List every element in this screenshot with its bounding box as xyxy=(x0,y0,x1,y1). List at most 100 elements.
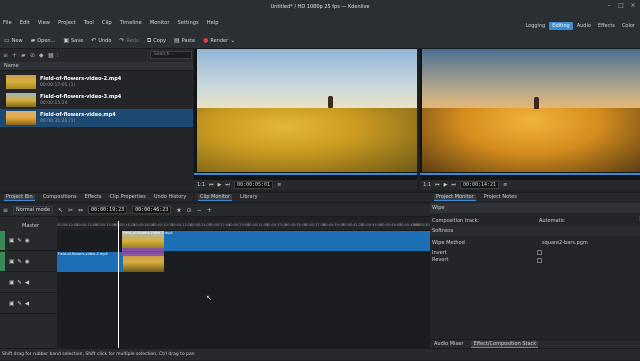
menu-settings[interactable]: Settings xyxy=(177,20,198,26)
selection-tool-icon[interactable]: ↖ xyxy=(58,207,63,214)
snap-icon[interactable]: ⊙ xyxy=(187,207,192,214)
add-folder-icon[interactable]: ▰ xyxy=(21,52,27,59)
clip-monitor-video[interactable] xyxy=(197,49,417,172)
speaker-icon[interactable]: ◀ xyxy=(25,280,29,286)
tag-icon[interactable]: ◆ xyxy=(39,52,45,59)
menu-help[interactable]: Help xyxy=(207,20,219,26)
lock-icon[interactable]: ▣ xyxy=(9,238,14,244)
menu-file[interactable]: File xyxy=(3,20,12,26)
clip-monitor[interactable] xyxy=(194,49,417,180)
tab-clip-monitor[interactable]: Clip Monitor xyxy=(198,193,233,201)
close-icon[interactable]: × xyxy=(630,3,636,9)
project-monitor[interactable] xyxy=(420,49,640,180)
play-forward-icon[interactable]: ⏭ xyxy=(451,182,456,188)
play-backward-icon[interactable]: ⏮ xyxy=(435,182,440,188)
mode-audio[interactable]: Audio xyxy=(574,22,594,30)
zoom-label[interactable]: 1:1 xyxy=(423,182,431,188)
play-forward-icon[interactable]: ⏭ xyxy=(225,182,230,188)
menu-icon[interactable]: ≡ xyxy=(3,207,8,214)
bin-search-input[interactable]: Search... xyxy=(150,51,192,59)
mode-logging[interactable]: Logging xyxy=(522,22,548,30)
menu-icon[interactable]: ≡ xyxy=(503,182,507,188)
maximize-icon[interactable]: □ xyxy=(618,3,624,9)
menu-timeline[interactable]: Timeline xyxy=(120,20,142,26)
menu-edit[interactable]: Edit xyxy=(20,20,30,26)
clip-monitor-ruler[interactable] xyxy=(194,173,417,175)
new-button[interactable]: ▭ New xyxy=(4,37,23,44)
timeline-area[interactable]: Field-of-flowers-video-3.mp4 Field-of-fl… xyxy=(57,231,430,348)
tab-audio-mixer[interactable]: Audio Mixer xyxy=(434,341,463,347)
track-a2[interactable]: ▣ ✎ ◀ xyxy=(0,294,57,314)
menu-icon[interactable]: ≡ xyxy=(277,182,281,188)
mode-effects[interactable]: Effects xyxy=(595,22,618,30)
tab-effect-stack[interactable]: Effect/Composition Stack xyxy=(471,340,539,348)
hide-icon[interactable]: ◉ xyxy=(25,259,30,265)
menu-clip[interactable]: Clip xyxy=(102,20,112,26)
render-button[interactable]: ● Render ⌄ xyxy=(203,37,235,44)
tab-clip-properties[interactable]: Clip Properties xyxy=(110,194,146,200)
star-icon[interactable]: ★ xyxy=(176,207,181,214)
zoom-in-icon[interactable]: + xyxy=(207,207,212,214)
paste-button[interactable]: ▤ Paste xyxy=(174,37,195,44)
add-clip-icon[interactable]: + xyxy=(12,52,18,59)
tab-project-notes[interactable]: Project Notes xyxy=(484,194,517,200)
composition-track-select[interactable]: Automatic xyxy=(537,216,607,226)
play-backward-icon[interactable]: ⏮ xyxy=(209,182,214,188)
open-button[interactable]: ▰ Open... xyxy=(31,37,56,44)
bin-column-header[interactable]: Name xyxy=(0,62,193,71)
revert-checkbox[interactable] xyxy=(537,258,542,263)
track-v1[interactable]: ▣ ✎ ◉ xyxy=(0,252,57,272)
timeline-position[interactable]: 00:00:19:23 xyxy=(88,206,128,214)
lock-icon[interactable]: ▣ xyxy=(9,259,14,265)
menu-monitor[interactable]: Monitor xyxy=(150,20,170,26)
project-monitor-timecode[interactable]: 00:00:14:21 xyxy=(459,181,500,189)
filter-icon[interactable]: ⫶ xyxy=(57,52,63,59)
bin-clip[interactable]: Field-of-flowers-video-2.mp4 00:00:17:05… xyxy=(0,73,193,91)
play-icon[interactable]: ▶ xyxy=(218,182,222,188)
bin-clip[interactable]: Field-of-flowers-video-3.mp4 00:00:15:24 xyxy=(0,91,193,109)
copy-button[interactable]: ⧉ Copy xyxy=(147,37,166,45)
timeline-ruler[interactable]: 00:00:10:02 00:00:12:05 00:00:14:08 00:0… xyxy=(57,221,435,231)
track-v2[interactable]: ▣ ✎ ◉ xyxy=(0,231,57,251)
timeline-clip[interactable]: Field-of-flowers-video-3.mp4 xyxy=(122,231,430,251)
bin-clip-selected[interactable]: Field-of-flowers-video.mp4 00:00:31:22 (… xyxy=(0,109,193,127)
mode-color[interactable]: Color xyxy=(619,22,638,30)
minimize-icon[interactable]: – xyxy=(606,3,612,9)
tab-project-bin[interactable]: Project Bin xyxy=(4,193,35,201)
redo-button[interactable]: ↷ Redo xyxy=(119,37,139,44)
mode-editing[interactable]: Editing xyxy=(549,22,573,30)
menu-view[interactable]: View xyxy=(38,20,50,26)
zoom-label[interactable]: 1:1 xyxy=(197,182,205,188)
tab-undo-history[interactable]: Undo History xyxy=(154,194,186,200)
view-icon[interactable]: ▦ xyxy=(48,52,54,59)
effect-icon[interactable]: ✎ xyxy=(17,238,22,244)
tab-project-monitor[interactable]: Project Monitor xyxy=(434,193,476,201)
menu-project[interactable]: Project xyxy=(58,20,76,26)
timeline-duration[interactable]: 00:00:46:23 xyxy=(132,206,172,214)
effect-icon[interactable]: ✎ xyxy=(17,280,22,286)
effect-icon[interactable]: ✎ xyxy=(17,259,22,265)
menu-icon[interactable]: ≡ xyxy=(3,52,9,59)
save-button[interactable]: ▣ Save xyxy=(63,37,83,44)
edit-mode-select[interactable]: Normal mode xyxy=(13,206,53,214)
hide-icon[interactable]: ◉ xyxy=(25,238,30,244)
zoom-out-icon[interactable]: − xyxy=(197,207,202,214)
tab-library[interactable]: Library xyxy=(240,194,257,200)
lock-icon[interactable]: ▣ xyxy=(9,301,14,307)
lock-icon[interactable]: ▣ xyxy=(9,280,14,286)
clip-monitor-timecode[interactable]: 00:00:05:01 xyxy=(233,181,274,189)
undo-button[interactable]: ↶ Undo xyxy=(91,37,111,44)
play-icon[interactable]: ▶ xyxy=(444,182,448,188)
track-a1[interactable]: ▣ ✎ ◀ xyxy=(0,273,57,293)
tab-compositions[interactable]: Compositions xyxy=(43,194,77,200)
composition-wipe[interactable] xyxy=(122,248,164,256)
playhead[interactable] xyxy=(118,221,119,348)
project-monitor-video[interactable] xyxy=(422,49,640,172)
spacer-tool-icon[interactable]: ⇔ xyxy=(78,207,83,214)
effect-title[interactable]: Wipe xyxy=(430,203,640,213)
tab-effects[interactable]: Effects xyxy=(85,194,102,200)
menu-tool[interactable]: Tool xyxy=(84,20,94,26)
project-monitor-ruler[interactable] xyxy=(420,173,640,175)
wipe-method-select[interactable]: square2-bars.pgm xyxy=(540,238,610,248)
razor-tool-icon[interactable]: ✂ xyxy=(68,207,73,214)
